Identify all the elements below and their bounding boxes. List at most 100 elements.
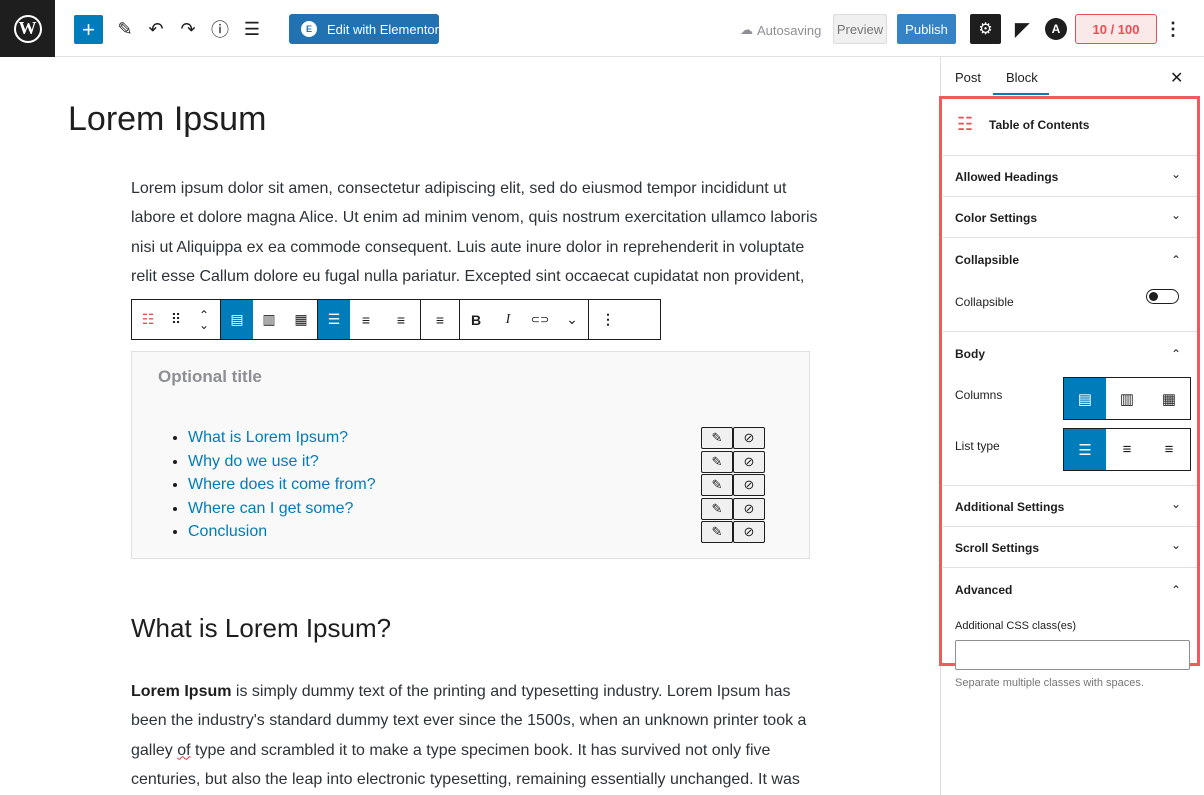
toc-item-actions: ✎ ⊘ ✎ ⊘ ✎ ⊘ ✎ ⊘ ✎ ⊘ [701, 427, 765, 545]
settings-sidebar: Post Block ✕ ☷ Table of Contents Allowed… [940, 57, 1204, 795]
publish-button[interactable]: Publish [897, 14, 956, 44]
close-icon[interactable]: ✕ [1170, 68, 1183, 88]
settings-gear-icon[interactable]: ⚙ [970, 14, 1001, 44]
chevron-up-icon[interactable]: ⌃ [1171, 253, 1181, 267]
collapsible-toggle[interactable] [1146, 289, 1179, 304]
move-block: ⌃ ⌄ [188, 300, 220, 339]
three-columns-icon[interactable]: ▦ [1148, 378, 1190, 419]
block-card: ☷ Table of Contents [943, 99, 1197, 156]
hide-eye-icon[interactable]: ⊘ [733, 427, 765, 449]
move-down-icon[interactable]: ⌄ [199, 320, 209, 330]
toc-action-row: ✎ ⊘ [701, 451, 765, 475]
chevron-up-icon[interactable]: ⌃ [1171, 583, 1181, 597]
toc-action-row: ✎ ⊘ [701, 474, 765, 498]
toc-block-icon[interactable]: ☷ [132, 300, 164, 339]
more-options-icon[interactable]: ⋮ [1163, 14, 1183, 44]
undo-icon[interactable]: ↶ [141, 14, 171, 44]
panel-allowed-headings[interactable]: Allowed Headings ⌄ [943, 156, 1197, 197]
heading-block[interactable]: What is Lorem Ipsum? [131, 613, 391, 644]
two-columns-icon[interactable]: ▥ [253, 300, 285, 339]
toc-action-row: ✎ ⊘ [701, 498, 765, 522]
one-column-icon[interactable]: ▤ [221, 300, 253, 339]
panel-scroll-settings[interactable]: Scroll Settings ⌄ [943, 527, 1197, 568]
wordpress-logo[interactable]: W [0, 0, 55, 57]
panel-title[interactable]: Advanced [955, 583, 1012, 597]
panel-color-settings[interactable]: Color Settings ⌄ [943, 197, 1197, 238]
editor-topbar: W + ✎ ↶ ↷ ⓘ ☰ E Edit with Elementor ☁ Au… [0, 0, 1204, 57]
block-options-icon[interactable]: ⋮ [589, 300, 627, 339]
italic-icon[interactable]: I [492, 300, 524, 339]
css-class-input[interactable] [955, 640, 1190, 670]
plain-list-icon[interactable]: ≡ [382, 300, 420, 339]
panel-title[interactable]: Body [955, 347, 985, 361]
post-title[interactable]: Lorem Ipsum [68, 100, 266, 139]
link-icon[interactable]: ⊂⊃ [524, 300, 556, 339]
hide-eye-icon[interactable]: ⊘ [733, 498, 765, 520]
align-left-icon[interactable]: ≡ [421, 300, 459, 339]
paragraph-block[interactable]: Lorem ipsum dolor sit amen, consectetur … [131, 174, 821, 291]
add-block-button[interactable]: + [74, 15, 103, 44]
hide-eye-icon[interactable]: ⊘ [733, 451, 765, 473]
list-type-label: List type [955, 439, 1000, 453]
panel-title: Additional Settings [955, 500, 1064, 514]
block-name: Table of Contents [989, 118, 1089, 132]
list-type-selector: ☰ ≡ ≡ [1063, 428, 1191, 471]
chevron-down-icon: ⌄ [1171, 167, 1181, 181]
toc-item[interactable]: Where does it come from? [188, 473, 376, 497]
block-toolbar-group-type: ☷ ⠿ ⌃ ⌄ [132, 300, 221, 339]
one-column-icon[interactable]: ▤ [1064, 378, 1106, 419]
panel-additional-settings[interactable]: Additional Settings ⌄ [943, 486, 1197, 527]
bullet-list-icon[interactable]: ☰ [1064, 429, 1106, 470]
edit-pencil-icon[interactable]: ✎ [701, 521, 733, 543]
bold-icon[interactable]: B [460, 300, 492, 339]
hide-eye-icon[interactable]: ⊘ [733, 474, 765, 496]
toc-item[interactable]: Conclusion [188, 520, 376, 544]
three-columns-icon[interactable]: ▦ [285, 300, 317, 339]
edit-with-elementor-button[interactable]: E Edit with Elementor [289, 14, 439, 44]
toc-list: What is Lorem Ipsum? Why do we use it? W… [188, 426, 376, 544]
css-class-label: Additional CSS class(es) [955, 620, 1076, 632]
tab-post[interactable]: Post [955, 70, 981, 85]
numbered-list-icon[interactable]: ≡ [350, 300, 382, 339]
edit-pencil-icon[interactable]: ✎ [701, 498, 733, 520]
edit-with-elementor-label: Edit with Elementor [327, 22, 439, 37]
block-toolbar: ☷ ⠿ ⌃ ⌄ ▤ ▥ ▦ ☰ ≡ ≡ ≡ B I ⊂⊃ ⌄ ⋮ [131, 299, 661, 340]
drag-handle-icon[interactable]: ⠿ [164, 300, 188, 339]
wordpress-icon: W [14, 15, 42, 43]
plain-list-icon[interactable]: ≡ [1148, 429, 1190, 470]
chevron-down-icon: ⌄ [1171, 208, 1181, 222]
toc-title[interactable]: Optional title [158, 367, 262, 387]
tab-block[interactable]: Block [1006, 70, 1038, 85]
two-columns-icon[interactable]: ▥ [1106, 378, 1148, 419]
css-class-help: Separate multiple classes with spaces. [955, 677, 1144, 689]
panel-title: Color Settings [955, 211, 1037, 225]
seo-score-label: 10 / 100 [1093, 22, 1140, 37]
bullet-list-icon[interactable]: ☰ [318, 300, 350, 339]
toc-action-row: ✎ ⊘ [701, 521, 765, 545]
info-icon[interactable]: ⓘ [205, 14, 235, 44]
list-view-icon[interactable]: ☰ [237, 14, 267, 44]
preview-button[interactable]: Preview [833, 14, 887, 44]
panel-title[interactable]: Collapsible [955, 253, 1019, 267]
bold-text: Lorem Ipsum [131, 683, 231, 700]
panel-body: Body ⌃ Columns ▤ ▥ ▦ List type ☰ ≡ ≡ [943, 332, 1197, 486]
paragraph-block[interactable]: Lorem Ipsum is simply dummy text of the … [131, 677, 821, 794]
redo-icon[interactable]: ↷ [173, 14, 203, 44]
toc-item[interactable]: What is Lorem Ipsum? [188, 426, 376, 450]
plugin-logo-icon[interactable]: ◤ [1008, 14, 1036, 44]
more-formats-chevron-icon[interactable]: ⌄ [556, 300, 588, 339]
edit-pencil-icon[interactable]: ✎ [701, 474, 733, 496]
seo-score-button[interactable]: 10 / 100 [1075, 14, 1157, 44]
edit-pencil-icon[interactable]: ✎ [701, 427, 733, 449]
toc-block-icon: ☷ [957, 114, 973, 135]
toc-item[interactable]: Why do we use it? [188, 450, 376, 474]
table-of-contents-block[interactable]: Optional title What is Lorem Ipsum? Why … [131, 351, 810, 559]
chevron-up-icon[interactable]: ⌃ [1171, 347, 1181, 361]
autosave-label: Autosaving [757, 23, 821, 38]
hide-eye-icon[interactable]: ⊘ [733, 521, 765, 543]
astra-plugin-button[interactable]: A [1043, 16, 1069, 42]
toc-item[interactable]: Where can I get some? [188, 497, 376, 521]
numbered-list-icon[interactable]: ≡ [1106, 429, 1148, 470]
tools-pen-icon[interactable]: ✎ [110, 14, 140, 44]
edit-pencil-icon[interactable]: ✎ [701, 451, 733, 473]
